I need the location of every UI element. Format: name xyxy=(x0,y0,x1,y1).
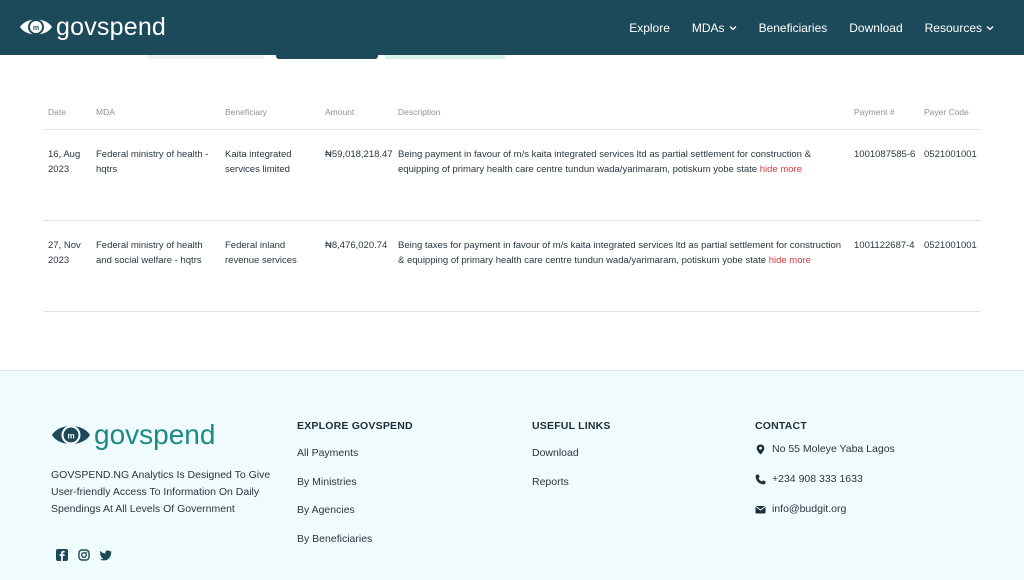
footer-link-by-agencies[interactable]: By Agencies xyxy=(297,504,355,516)
contact-address: No 55 Moleye Yaba Lagos xyxy=(755,443,895,455)
footer-link-download[interactable]: Download xyxy=(532,447,579,459)
hide-more-link[interactable]: hide more xyxy=(760,164,802,175)
col-header-beneficiary: Beneficiary xyxy=(225,107,268,117)
footer-explore-column: EXPLORE GOVSPEND All Payments By Ministr… xyxy=(297,420,413,545)
nav-mdas-label: MDAs xyxy=(691,20,725,35)
contact-address-text: No 55 Moleye Yaba Lagos xyxy=(772,443,895,455)
map-pin-icon xyxy=(756,444,765,454)
cell-amount: ₦59,018,218.47 xyxy=(325,149,393,160)
instagram-icon[interactable] xyxy=(78,549,90,561)
nav-mdas[interactable]: MDAs xyxy=(692,21,737,35)
col-header-description: Description xyxy=(398,107,441,117)
contact-email[interactable]: info@budgit.org xyxy=(755,503,846,515)
hide-more-link[interactable]: hide more xyxy=(769,255,811,266)
description-text: Being payment in favour of m/s kaita int… xyxy=(398,149,811,175)
footer-logo[interactable]: m govspend xyxy=(51,420,215,450)
payments-table: Date MDA Beneficiary Amount Description … xyxy=(43,96,981,312)
envelope-icon xyxy=(755,505,766,513)
footer-link-all-payments[interactable]: All Payments xyxy=(297,447,358,459)
nav-resources-label: Resources xyxy=(924,20,982,35)
cell-payment-no: 1001122687-4 xyxy=(854,240,915,251)
cell-date: 16, Aug 2023 xyxy=(48,149,81,175)
nav-download-label: Download xyxy=(849,20,903,35)
contact-email-text: info@budgit.org xyxy=(772,503,847,515)
site-footer: m govspend GOVSPEND.NG Analytics Is Desi… xyxy=(0,370,1024,580)
main-nav: Explore MDAs Beneficiaries Download Reso… xyxy=(607,0,994,55)
twitter-icon[interactable] xyxy=(100,549,112,561)
table-row: 16, Aug 2023 Federal ministry of health … xyxy=(43,130,981,221)
footer-contact-title: CONTACT xyxy=(755,420,807,432)
logo-text: govspend xyxy=(56,13,167,41)
nav-download[interactable]: Download xyxy=(849,21,902,35)
footer-link-reports[interactable]: Reports xyxy=(532,476,569,488)
cell-mda: Federal ministry of health and social we… xyxy=(96,240,203,266)
nav-beneficiaries[interactable]: Beneficiaries xyxy=(759,21,828,35)
footer-about-text: GOVSPEND.NG Analytics Is Designed To Giv… xyxy=(51,469,271,515)
tab-remnant-active[interactable] xyxy=(276,55,378,59)
cell-payer-code: 0521001001 xyxy=(924,240,977,251)
footer-link-by-ministries[interactable]: By Ministries xyxy=(297,476,357,488)
chevron-down-icon xyxy=(986,25,994,30)
cell-amount: ₦8,476,020.74 xyxy=(325,240,388,251)
eye-logo-icon: m xyxy=(20,19,52,35)
col-header-payer-code: Payer Code xyxy=(924,107,969,117)
footer-useful-title: USEFUL LINKS xyxy=(532,420,611,432)
tab-remnant-1[interactable] xyxy=(148,55,264,59)
top-navbar: m govspend Explore MDAs Beneficiaries Do… xyxy=(0,0,1024,55)
nav-beneficiaries-label: Beneficiaries xyxy=(758,20,828,35)
col-header-payment-no: Payment # xyxy=(854,107,895,117)
table-row: 27, Nov 2023 Federal ministry of health … xyxy=(43,221,981,312)
col-header-amount: Amount xyxy=(325,107,355,117)
cell-beneficiary: Kaita integrated services limited xyxy=(225,149,292,175)
cell-date: 27, Nov 2023 xyxy=(48,240,81,266)
svg-text:m: m xyxy=(67,432,74,441)
svg-text:m: m xyxy=(33,25,39,32)
nav-explore[interactable]: Explore xyxy=(629,21,670,35)
cell-mda: Federal ministry of health - hqtrs xyxy=(96,149,209,175)
cell-beneficiary: Federal inland revenue services xyxy=(225,240,297,266)
chevron-down-icon xyxy=(729,25,737,30)
col-header-date: Date xyxy=(48,107,66,117)
footer-logo-text: govspend xyxy=(94,419,216,450)
tab-remnant-3[interactable] xyxy=(385,55,505,59)
nav-resources[interactable]: Resources xyxy=(925,21,994,35)
facebook-icon[interactable] xyxy=(56,549,68,561)
contact-phone-text: +234 908 333 1633 xyxy=(772,473,863,485)
contact-phone[interactable]: +234 908 333 1633 xyxy=(755,473,863,485)
cell-description: Being payment in favour of m/s kaita int… xyxy=(398,147,846,177)
govspend-logo[interactable]: m govspend xyxy=(19,14,166,40)
nav-explore-label: Explore xyxy=(629,20,670,35)
footer-contact-column: CONTACT No 55 Moleye Yaba Lagos +234 908… xyxy=(755,420,895,515)
footer-useful-column: USEFUL LINKS Download Reports xyxy=(532,420,611,488)
cell-description: Being taxes for payment in favour of m/s… xyxy=(398,238,846,268)
eye-logo-icon: m xyxy=(52,425,90,445)
footer-explore-title: EXPLORE GOVSPEND xyxy=(297,420,413,432)
phone-icon xyxy=(755,474,766,484)
col-header-mda: MDA xyxy=(96,107,115,117)
cell-payer-code: 0521001001 xyxy=(924,149,977,160)
footer-link-by-beneficiaries[interactable]: By Beneficiaries xyxy=(297,533,372,545)
social-links xyxy=(56,549,122,561)
table-header: Date MDA Beneficiary Amount Description … xyxy=(43,96,981,130)
cell-payment-no: 1001087585-6 xyxy=(854,149,916,160)
